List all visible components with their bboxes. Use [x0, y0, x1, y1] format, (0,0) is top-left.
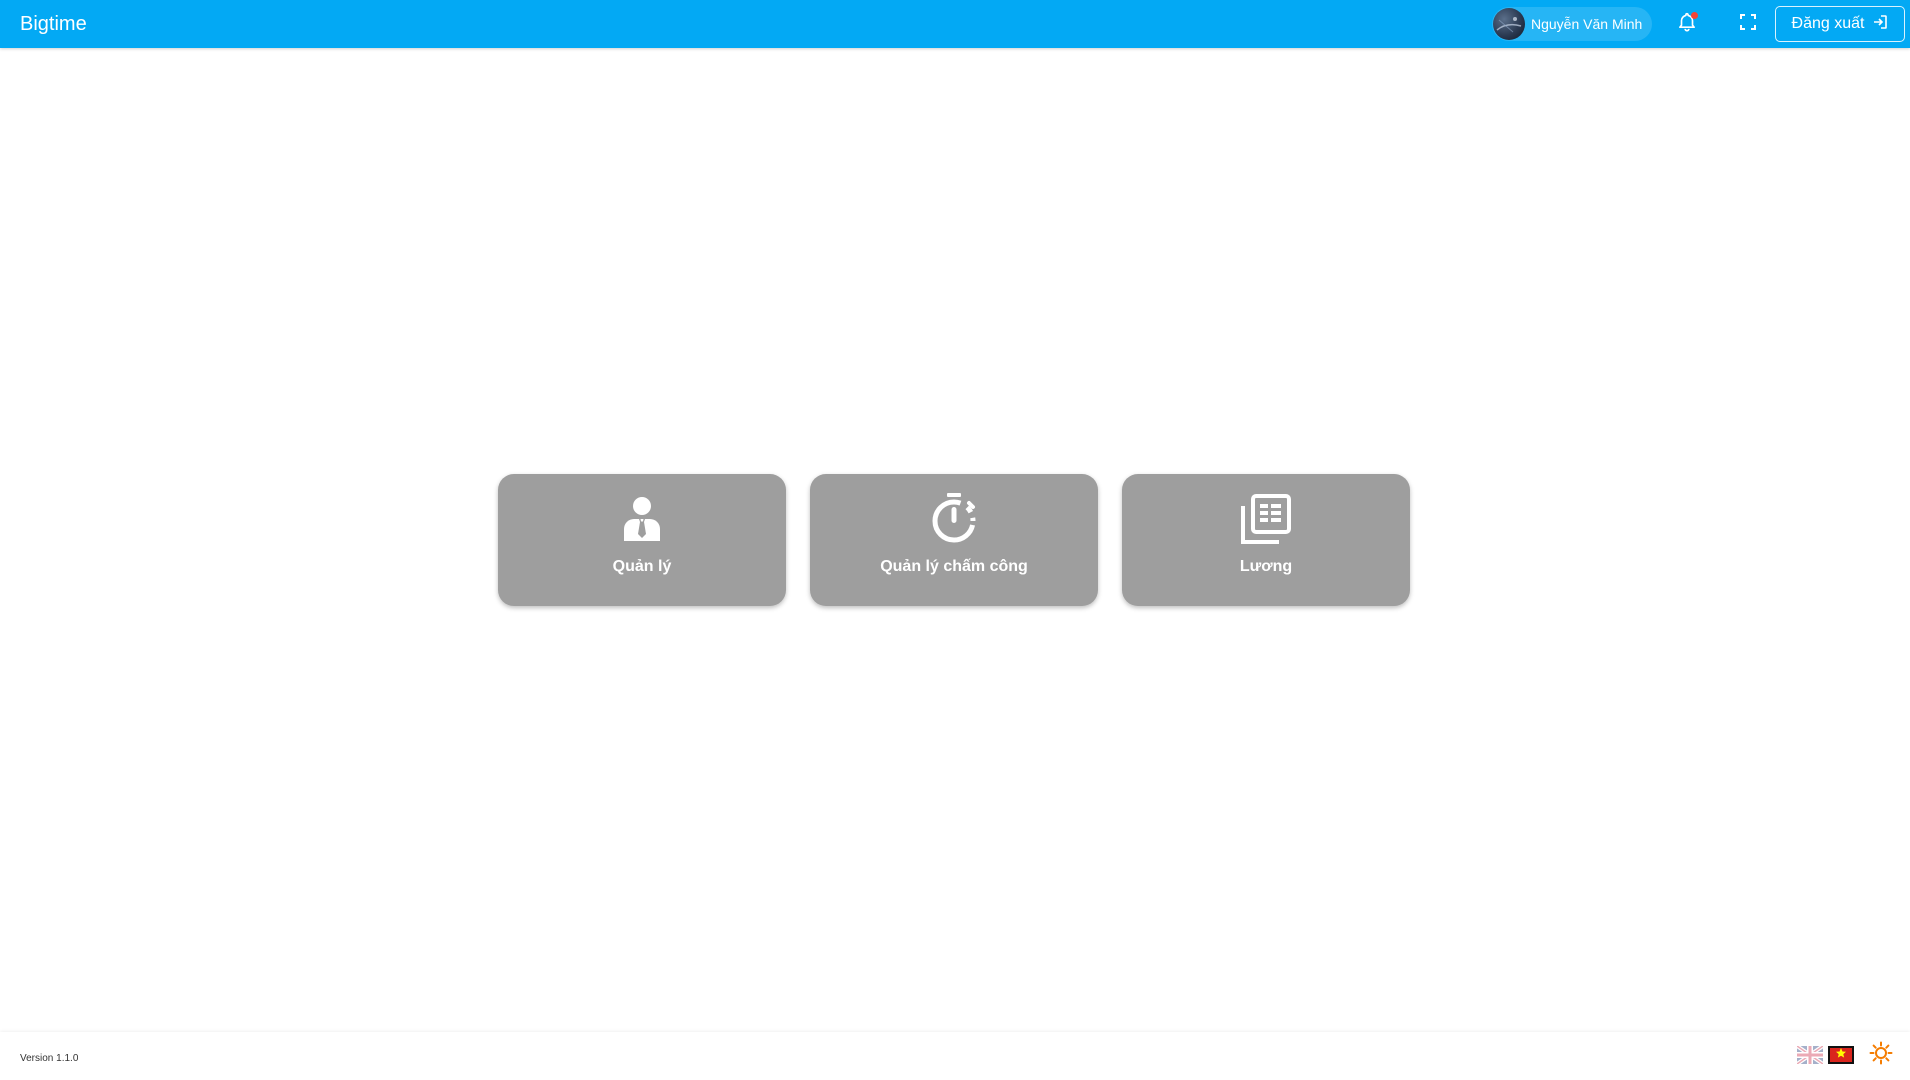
app-footer: Version 1.1.0	[0, 1032, 1910, 1080]
logout-label: Đăng xuất	[1791, 15, 1865, 32]
manager-person-icon	[615, 492, 669, 546]
theme-toggle-button[interactable]	[1868, 1041, 1894, 1070]
payslip-document-icon	[1239, 492, 1293, 546]
tile-quan-ly-cham-cong[interactable]: Quản lý chấm công	[810, 474, 1098, 606]
tile-label: Lương	[1239, 558, 1293, 575]
tile-label: Quản lý	[612, 558, 672, 575]
logout-button[interactable]: Đăng xuất	[1775, 6, 1905, 42]
stopwatch-icon	[927, 492, 981, 546]
notification-badge	[1691, 12, 1698, 19]
notifications-button[interactable]	[1672, 9, 1702, 39]
fullscreen-icon	[1739, 13, 1757, 36]
app-brand[interactable]: Bigtime	[20, 13, 87, 35]
sun-icon	[1869, 1041, 1893, 1070]
app-root: Bigtime Nguyễn Văn Minh Đăng xuất Quản l…	[0, 0, 1910, 1080]
module-tiles: Quản lý Quản lý chấm công Lương	[498, 474, 1410, 606]
tile-luong[interactable]: Lương	[1122, 474, 1410, 606]
user-name: Nguyễn Văn Minh	[1531, 16, 1643, 32]
logout-icon	[1872, 14, 1888, 35]
language-en-button[interactable]	[1795, 1044, 1825, 1066]
language-vi-button[interactable]	[1828, 1046, 1854, 1064]
version-text: Version 1.1.0	[20, 1053, 79, 1064]
top-app-bar: Bigtime Nguyễn Văn Minh Đăng xuất	[0, 0, 1910, 48]
uk-flag-icon	[1795, 1044, 1825, 1068]
vietnam-flag-icon	[1835, 1046, 1847, 1064]
user-avatar	[1493, 8, 1525, 40]
tile-quan-ly[interactable]: Quản lý	[498, 474, 786, 606]
user-profile-chip[interactable]: Nguyễn Văn Minh	[1492, 7, 1652, 41]
fullscreen-button[interactable]	[1733, 9, 1763, 39]
tile-label: Quản lý chấm công	[880, 558, 1028, 575]
